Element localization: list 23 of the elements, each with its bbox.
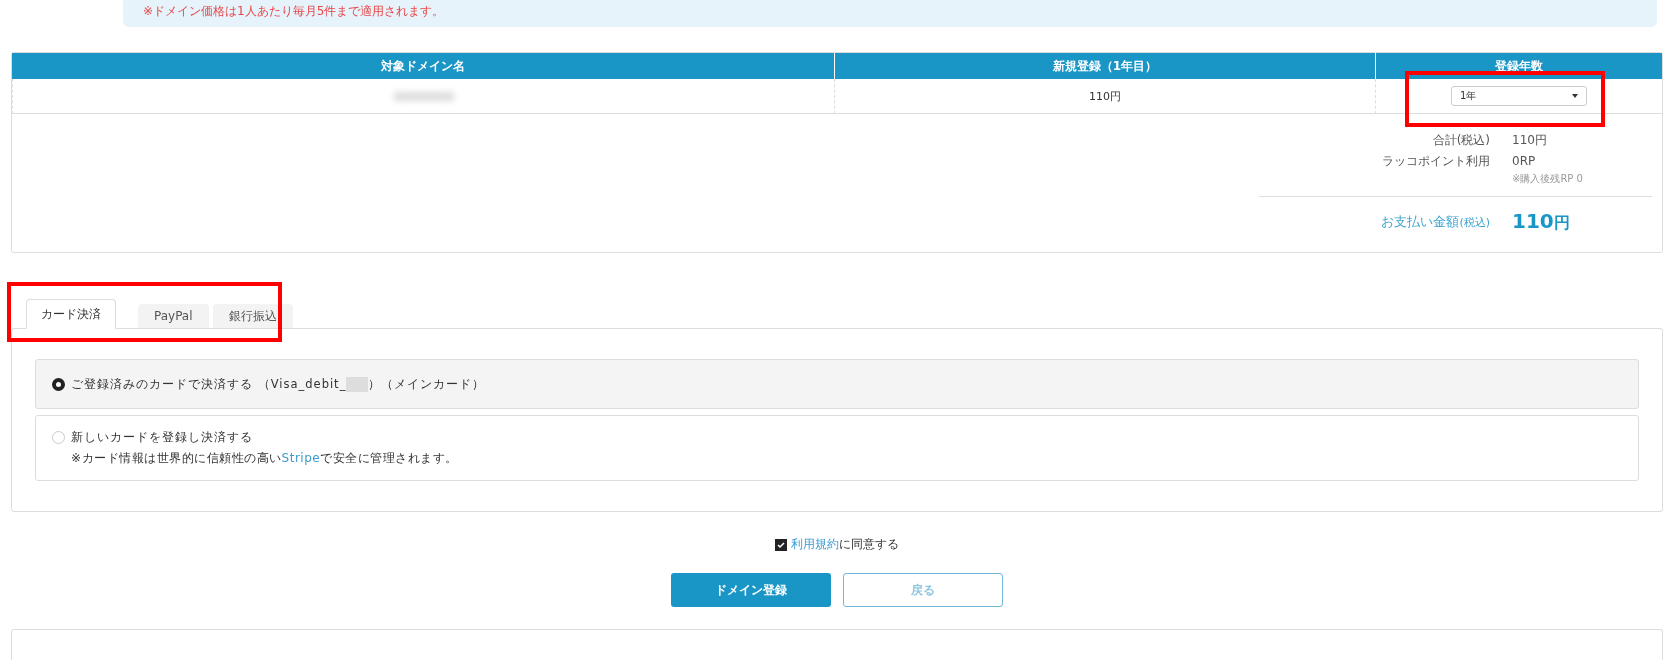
total-amount: 110円: [1512, 209, 1571, 234]
column-header: 対象ドメイン名: [12, 53, 834, 79]
total-label: お支払い金額(税込): [1381, 212, 1490, 231]
option-note: ※カード情報は世界的に信頼性の高いStripeで安全に管理されます。: [70, 449, 459, 467]
table-cell: 110円: [834, 79, 1375, 114]
summary-value: 110円: [1512, 132, 1548, 149]
payment-option[interactable]: ご登録済みのカードで決済する （Visa_debit_ ）（メインカード）: [35, 359, 1639, 409]
years-select[interactable]: 1年: [1451, 86, 1587, 106]
option-label: 新しいカードを登録し決済する: [71, 429, 253, 445]
column-header: 新規登録（1年目）: [834, 53, 1375, 79]
summary-value: 0RP: [1512, 153, 1537, 170]
option-label: ご登録済みのカードで決済する （Visa_debit_ ）（メインカード）: [71, 376, 486, 392]
agree-text: 利用規約に同意する: [791, 536, 899, 553]
agree-checkbox[interactable]: [775, 538, 787, 551]
summary-label: ラッコポイント利用: [1382, 153, 1490, 170]
payment-tab[interactable]: PayPal: [138, 304, 209, 328]
payment-tab[interactable]: 銀行振込: [212, 304, 293, 328]
notice-text: ※ドメイン価格は1人あたり毎月5件まで適用されます。: [143, 3, 445, 20]
radio-button[interactable]: [52, 377, 65, 391]
caret-icon: [1572, 94, 1578, 98]
summary-note: ※購入後残RP 0: [1512, 172, 1584, 186]
summary-label: 合計(税込): [1432, 132, 1490, 149]
payment-tab[interactable]: カード決済: [26, 299, 116, 329]
